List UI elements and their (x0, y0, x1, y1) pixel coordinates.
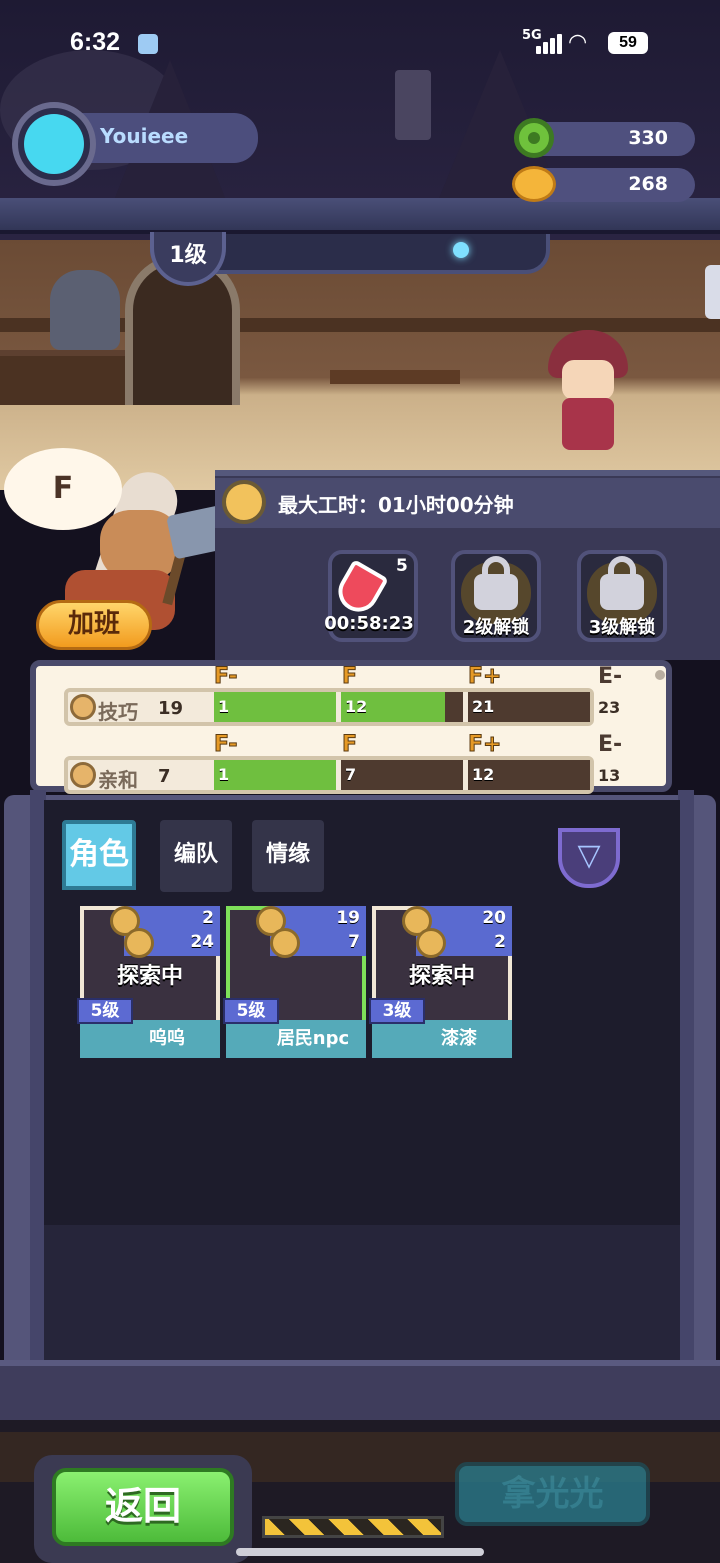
card-charm: 2 (494, 932, 506, 952)
character-card[interactable]: 2 24 探索中 呜呜 5级 (77, 906, 220, 1058)
unlock-level-label: 3级解锁 (588, 617, 656, 638)
potion-count: 5 (396, 556, 408, 576)
stat-bar-segment: 12 (341, 692, 463, 722)
character-card[interactable]: 20 2 探索中 漆漆 3级 (369, 906, 512, 1058)
character-card-selected[interactable]: 19 7 居民npc 5级 (223, 906, 366, 1058)
grade-label: F (341, 664, 358, 690)
stat-bar-segment: 1 (214, 760, 336, 790)
back-button[interactable]: 返回 (52, 1468, 234, 1546)
grade-label: E- (598, 664, 623, 689)
status-time: 6:32 (70, 28, 121, 56)
stat-threshold: 23 (598, 698, 621, 717)
card-level: 5级 (77, 998, 133, 1024)
battery-indicator: 59 (608, 32, 648, 54)
card-status: 探索中 (116, 964, 183, 989)
card-name: 呜呜 (80, 1020, 220, 1058)
tab-characters[interactable]: 角色 (62, 820, 136, 890)
grade-speech-bubble: F (4, 448, 122, 530)
clock-icon (222, 480, 266, 524)
grade-label: E- (598, 732, 623, 757)
potion-timer: 00:58:23 (324, 613, 414, 634)
grade-label: F- (213, 732, 238, 758)
key-icon[interactable] (705, 265, 720, 319)
card-skill: 2 (202, 908, 214, 928)
ghost-npc (50, 270, 120, 350)
gold-coin-icon (512, 166, 556, 202)
panel-dot (655, 670, 665, 680)
charm-icon (416, 928, 446, 958)
charm-icon (70, 762, 96, 788)
stat-label: 技巧 (98, 700, 138, 724)
grade-letter: F (52, 471, 74, 506)
filter-icon: ▽ (577, 838, 601, 873)
take-all-button[interactable]: 拿光光 (455, 1462, 650, 1526)
grade-label: F- (213, 664, 238, 690)
max-work-hours: 最大工时：01小时00分钟 (278, 493, 514, 517)
stat-bar-segment: 21 (468, 692, 590, 722)
character-list-empty-area (44, 1225, 680, 1375)
skill-icon (70, 694, 96, 720)
frame-pillar (678, 790, 694, 1380)
stat-value: 19 (158, 698, 184, 719)
charm-icon (124, 928, 154, 958)
level-indicator-dot (453, 242, 469, 258)
lock-icon (600, 574, 644, 610)
card-skill: 19 (336, 908, 360, 928)
filter-button[interactable]: ▽ (558, 828, 620, 888)
tab-formation[interactable]: 编队 (160, 820, 232, 892)
tower (395, 70, 431, 140)
card-charm: 24 (190, 932, 214, 952)
grade-label: F (341, 732, 358, 758)
top-rail (0, 198, 720, 234)
cat-avatar-icon (24, 114, 84, 174)
stat-label: 亲和 (98, 768, 138, 792)
card-name: 居民npc (226, 1020, 366, 1058)
card-level: 5级 (223, 998, 279, 1024)
lock-icon (474, 574, 518, 610)
stat-bar-segment: 7 (341, 760, 463, 790)
grade-label: F+ (467, 664, 502, 690)
npc-character[interactable] (548, 330, 628, 450)
tab-bonds[interactable]: 情缘 (252, 820, 324, 892)
npc-face (562, 360, 614, 400)
stat-bar-segment: 12 (468, 760, 590, 790)
hazard-stripe (262, 1516, 444, 1538)
card-status: 探索中 (408, 964, 475, 989)
charm-icon (270, 928, 300, 958)
overtime-button[interactable]: 加班 (36, 600, 152, 650)
avatar[interactable] (12, 102, 96, 186)
card-skill: 20 (482, 908, 506, 928)
card-charm: 7 (348, 932, 360, 952)
wifi-icon: ◠ (568, 30, 588, 55)
stat-value: 7 (158, 766, 171, 787)
tavern-level-badge: 1级 (150, 232, 226, 286)
tavern-table (330, 370, 460, 384)
app-indicator-icon (138, 34, 158, 54)
npc-body (562, 398, 614, 450)
tavern-level: 1级 (169, 243, 207, 268)
stat-threshold: 13 (598, 766, 621, 785)
home-indicator[interactable] (236, 1548, 484, 1556)
signal-icon (530, 30, 562, 54)
green-gem-icon (514, 118, 554, 158)
username[interactable]: Youieee (100, 124, 188, 148)
grade-label: F+ (467, 732, 502, 758)
card-level: 3级 (369, 998, 425, 1024)
unlock-level-label: 2级解锁 (462, 617, 530, 638)
stat-bar-segment: 1 (214, 692, 336, 722)
card-name: 漆漆 (372, 1020, 512, 1058)
panel-base (0, 1360, 720, 1420)
